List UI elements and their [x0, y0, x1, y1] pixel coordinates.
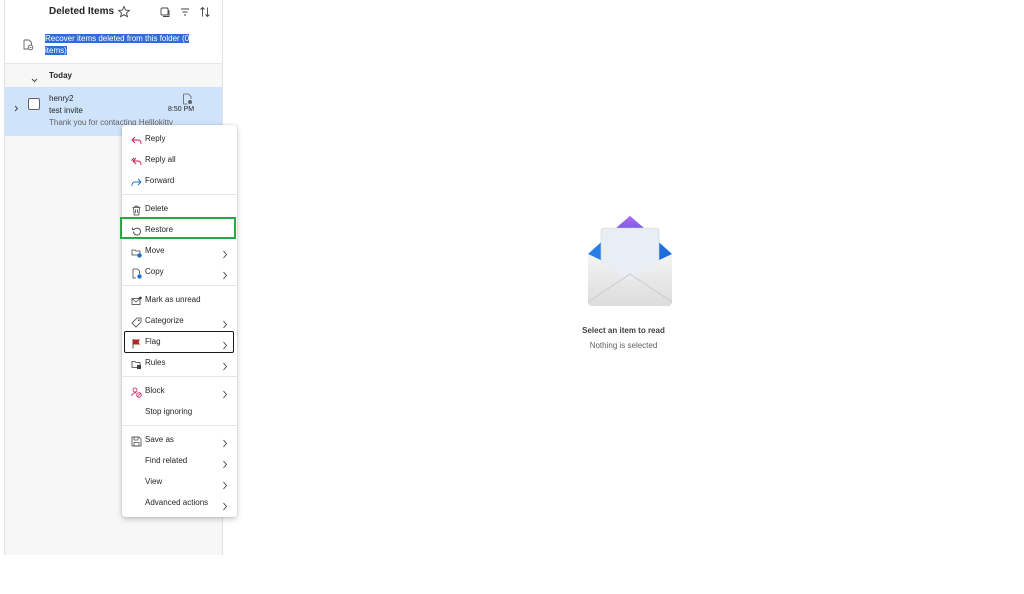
chevron-right-icon	[222, 386, 228, 399]
star-icon[interactable]	[117, 5, 131, 19]
menu-item-reply-all[interactable]: Reply all	[124, 150, 235, 169]
menu-item-forward[interactable]: Forward	[124, 171, 235, 190]
reply-icon	[131, 133, 142, 144]
message-subject: test invite	[49, 106, 83, 115]
menu-item-categorize[interactable]: Categorize	[124, 311, 235, 330]
context-menu: Reply Reply all Forward Delete Restore M…	[122, 125, 237, 517]
save-icon	[131, 434, 142, 447]
reading-pane: Select an item to read Nothing is select…	[223, 0, 1024, 555]
chevron-right-icon	[222, 498, 228, 511]
chevron-right-icon	[222, 267, 228, 280]
menu-item-rules[interactable]: Rules	[124, 353, 235, 372]
menu-item-find-related[interactable]: Find related	[124, 451, 235, 470]
menu-item-save-as[interactable]: Save as	[124, 430, 235, 449]
chevron-right-icon	[222, 477, 228, 490]
menu-item-move[interactable]: Move	[124, 241, 235, 260]
menu-item-mark-unread[interactable]: Mark as unread	[124, 290, 235, 309]
list-header: Deleted Items	[5, 0, 222, 26]
menu-item-delete[interactable]: Delete	[124, 199, 235, 218]
menu-separator	[122, 376, 237, 377]
reply-all-icon	[131, 154, 142, 165]
sort-icon[interactable]	[198, 5, 212, 19]
menu-separator	[122, 425, 237, 426]
copy-icon	[131, 266, 142, 279]
chevron-right-icon	[222, 246, 228, 259]
block-user-icon	[131, 385, 142, 398]
chevron-right-icon	[222, 435, 228, 448]
folder-title: Deleted Items	[49, 6, 115, 17]
select-checkbox[interactable]	[28, 98, 40, 110]
chevron-right-icon	[222, 316, 228, 329]
menu-item-view[interactable]: View	[124, 472, 235, 491]
menu-item-advanced-actions[interactable]: Advanced actions	[124, 493, 235, 512]
group-label: Today	[49, 71, 72, 80]
trash-icon	[131, 203, 142, 216]
move-folder-icon	[131, 245, 142, 258]
menu-item-block[interactable]: Block	[124, 381, 235, 400]
mail-unread-icon	[131, 294, 142, 305]
rules-icon	[131, 357, 142, 369]
chevron-right-icon	[222, 358, 228, 371]
tag-icon	[131, 315, 142, 328]
empty-state-subtitle: Nothing is selected	[589, 341, 658, 350]
filter-icon[interactable]	[178, 5, 192, 19]
empty-state-title: Select an item to read	[582, 326, 665, 335]
menu-separator	[122, 194, 237, 195]
group-header-today[interactable]: Today	[5, 66, 222, 86]
forward-icon	[131, 175, 142, 186]
message-sender: henry2	[49, 94, 74, 103]
recover-icon	[22, 38, 34, 56]
menu-item-reply[interactable]: Reply	[124, 129, 235, 148]
chevron-right-icon[interactable]	[12, 100, 21, 118]
flag-focus-outline	[124, 331, 234, 353]
checklist-icon[interactable]	[158, 5, 172, 19]
menu-separator	[122, 285, 237, 286]
recover-items-link[interactable]: Recover items deleted from this folder (…	[45, 33, 210, 56]
recover-items-bar[interactable]: Recover items deleted from this folder (…	[5, 26, 222, 64]
menu-item-stop-ignoring[interactable]: Stop ignoring	[124, 402, 235, 421]
meeting-invite-icon	[182, 92, 193, 110]
empty-mail-illustration	[586, 214, 674, 313]
menu-item-copy[interactable]: Copy	[124, 262, 235, 281]
restore-highlight-box	[120, 217, 236, 239]
chevron-right-icon	[222, 456, 228, 469]
